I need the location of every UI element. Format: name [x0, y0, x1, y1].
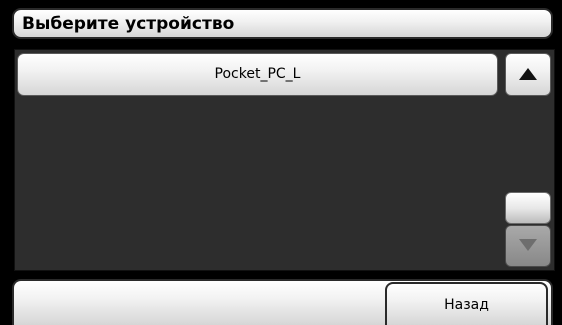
device-list-item-label: Pocket_PC_L [214, 66, 301, 82]
triangle-up-icon [519, 68, 537, 80]
page-title: Выберите устройство [22, 14, 235, 34]
scrollbar-thumb[interactable] [505, 192, 551, 224]
triangle-down-icon [519, 239, 537, 251]
back-button-label: Назад [444, 297, 489, 313]
